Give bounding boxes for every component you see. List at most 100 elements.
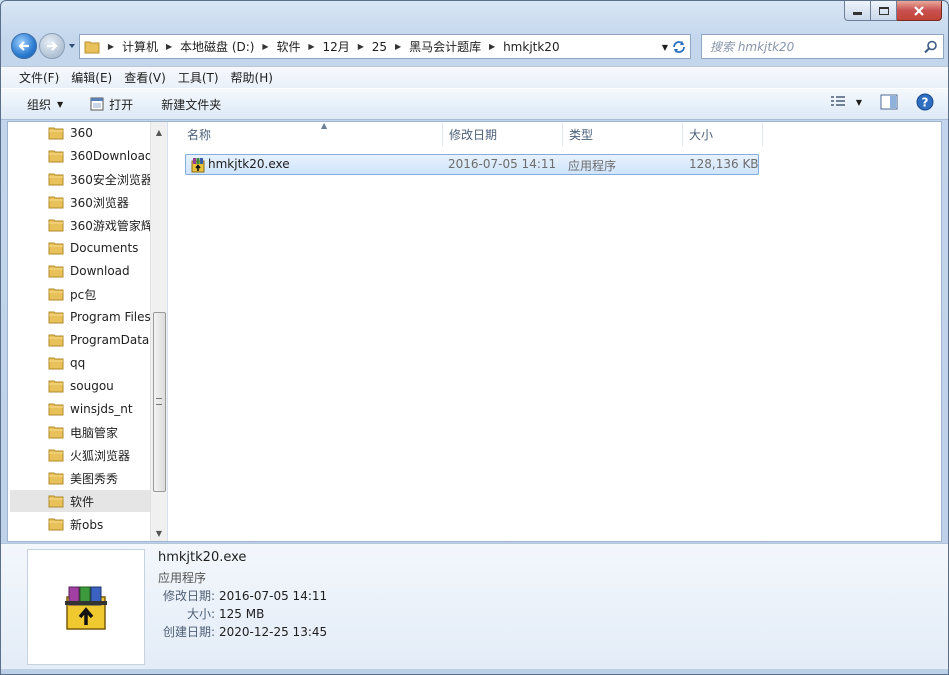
- nav-folder-item[interactable]: qq: [10, 352, 150, 374]
- menu-tools[interactable]: 工具(T): [172, 69, 225, 86]
- breadcrumb-software[interactable]: 软件: [272, 38, 304, 55]
- svg-text:?: ?: [922, 96, 929, 110]
- nav-folder-label: 新obs: [70, 517, 104, 532]
- open-app-icon: [90, 97, 104, 111]
- new-folder-label: 新建文件夹: [161, 97, 222, 112]
- toolbar-right-group: ▼ ?: [820, 93, 934, 111]
- breadcrumb-december[interactable]: 12月: [319, 38, 354, 55]
- nav-folder-label: Documents: [70, 241, 139, 255]
- nav-folder-item[interactable]: pc包: [10, 283, 150, 305]
- breadcrumb-local-disk[interactable]: 本地磁盘 (D:): [176, 38, 258, 55]
- column-name-label: 名称: [187, 127, 212, 142]
- column-size[interactable]: 大小: [683, 122, 763, 146]
- minimize-icon: [853, 12, 862, 15]
- forward-button[interactable]: [39, 33, 65, 59]
- nav-folder-item[interactable]: 新obs: [10, 513, 150, 535]
- folder-icon: [48, 265, 64, 278]
- scroll-up-icon[interactable]: ▲: [151, 124, 167, 140]
- preview-pane-button[interactable]: [880, 94, 898, 110]
- help-button[interactable]: ?: [916, 93, 934, 111]
- breadcrumb-separator-icon[interactable]: ▶: [258, 42, 272, 51]
- column-type[interactable]: 类型: [563, 122, 683, 146]
- folder-icon: [48, 288, 64, 301]
- breadcrumb-computer[interactable]: 计算机: [118, 38, 162, 55]
- nav-folder-item[interactable]: Documents: [10, 237, 150, 259]
- organize-button[interactable]: 组织 ▼: [19, 92, 71, 116]
- details-modified-value: 2016-07-05 14:11: [219, 589, 328, 603]
- breadcrumb-separator-icon[interactable]: ▶: [162, 42, 176, 51]
- change-view-button[interactable]: ▼: [830, 95, 862, 109]
- nav-folder-label: 360安全浏览器: [70, 172, 153, 187]
- maximize-button[interactable]: [871, 1, 897, 21]
- breadcrumb-separator-icon[interactable]: ▶: [485, 42, 499, 51]
- details-file-type: 应用程序: [158, 571, 207, 585]
- breadcrumb-current-folder[interactable]: hmkjtk20: [499, 40, 564, 54]
- folder-icon: [48, 403, 64, 416]
- navigation-pane: 360 360Download 360安全浏览器 360浏览器 360游戏管家辉 Docu…: [8, 122, 168, 541]
- column-name[interactable]: 名称 ▲: [181, 121, 443, 146]
- maximize-icon: [878, 6, 889, 15]
- folder-icon: [48, 380, 64, 393]
- breadcrumb-question-bank[interactable]: 黑马会计题库: [405, 38, 485, 55]
- folder-icon: [48, 495, 64, 508]
- menu-edit[interactable]: 编辑(E): [65, 69, 118, 86]
- back-button[interactable]: [11, 33, 37, 59]
- nav-folder-item[interactable]: 软件: [10, 490, 150, 512]
- breadcrumb-separator-icon[interactable]: ▶: [354, 42, 368, 51]
- nav-folder-item[interactable]: Program Files: [10, 306, 151, 328]
- address-bar[interactable]: ▶ 计算机 ▶ 本地磁盘 (D:) ▶ 软件 ▶ 12月 ▶ 25 ▶ 黑马会计…: [79, 34, 691, 59]
- file-size: 128,136 KB: [689, 157, 759, 171]
- grip-icon: [156, 398, 162, 405]
- nav-folder-item[interactable]: ProgramData: [10, 329, 150, 351]
- nav-folder-item[interactable]: 360Download: [10, 145, 153, 167]
- minimize-button[interactable]: [844, 1, 871, 21]
- open-button[interactable]: 打开: [81, 92, 141, 116]
- menu-help[interactable]: 帮助(H): [225, 69, 279, 86]
- new-folder-button[interactable]: 新建文件夹: [153, 92, 229, 116]
- nav-folder-item[interactable]: Download: [10, 260, 150, 282]
- menu-file[interactable]: 文件(F): [13, 69, 65, 86]
- folder-icon: [48, 518, 64, 531]
- folder-icon: [48, 242, 64, 255]
- nav-scrollbar[interactable]: ▲ ▼: [150, 122, 167, 541]
- arrow-right-icon: [47, 41, 58, 51]
- breadcrumb-25[interactable]: 25: [368, 40, 391, 54]
- file-type: 应用程序: [568, 159, 617, 173]
- breadcrumb-separator-icon[interactable]: ▶: [391, 42, 405, 51]
- content-area: 360 360Download 360安全浏览器 360浏览器 360游戏管家辉 Docu…: [7, 121, 942, 542]
- nav-folder-item[interactable]: winsjds_nt: [10, 398, 150, 420]
- nav-folder-label: 360: [70, 126, 93, 140]
- breadcrumb-separator-icon[interactable]: ▶: [305, 42, 319, 51]
- nav-folder-item[interactable]: 360安全浏览器: [10, 168, 153, 190]
- nav-folder-item[interactable]: 360浏览器: [10, 191, 150, 213]
- close-button[interactable]: [897, 1, 942, 21]
- folder-icon: [48, 127, 64, 140]
- nav-folder-label: 美图秀秀: [70, 471, 119, 486]
- nav-folder-item[interactable]: 电脑管家: [10, 421, 150, 443]
- nav-folder-item[interactable]: 360: [10, 122, 150, 144]
- search-icon[interactable]: [923, 39, 939, 55]
- file-list-pane: 名称 ▲ 修改日期 类型 大小 hmkjtk20.exe 2016-07-05 …: [169, 121, 941, 541]
- folder-icon: [48, 449, 64, 462]
- organize-label: 组织: [27, 97, 52, 112]
- recent-pages-dropdown-icon[interactable]: [67, 41, 77, 51]
- file-row[interactable]: hmkjtk20.exe 2016-07-05 14:11 应用程序 128,1…: [185, 154, 759, 175]
- menu-view[interactable]: 查看(V): [118, 69, 172, 86]
- address-dropdown-icon[interactable]: ▼: [662, 43, 668, 52]
- nav-folder-label: pc包: [70, 287, 97, 302]
- nav-folder-item[interactable]: 360游戏管家辉: [10, 214, 153, 236]
- breadcrumb-separator-icon[interactable]: ▶: [104, 42, 118, 51]
- column-modified[interactable]: 修改日期: [443, 122, 563, 146]
- sort-ascending-icon: ▲: [321, 121, 328, 130]
- folder-icon: [84, 41, 100, 53]
- scroll-down-icon[interactable]: ▼: [151, 525, 167, 541]
- folder-icon: [48, 472, 64, 485]
- nav-folder-item[interactable]: sougou: [10, 375, 150, 397]
- nav-folder-item[interactable]: 火狐浏览器: [10, 444, 150, 466]
- search-input[interactable]: [710, 39, 910, 54]
- nav-folder-label: 火狐浏览器: [70, 448, 131, 463]
- folder-icon: [48, 334, 64, 347]
- nav-folder-item[interactable]: 美图秀秀: [10, 467, 150, 489]
- nav-folder-label: 360游戏管家辉: [70, 218, 153, 233]
- refresh-icon[interactable]: [670, 38, 688, 56]
